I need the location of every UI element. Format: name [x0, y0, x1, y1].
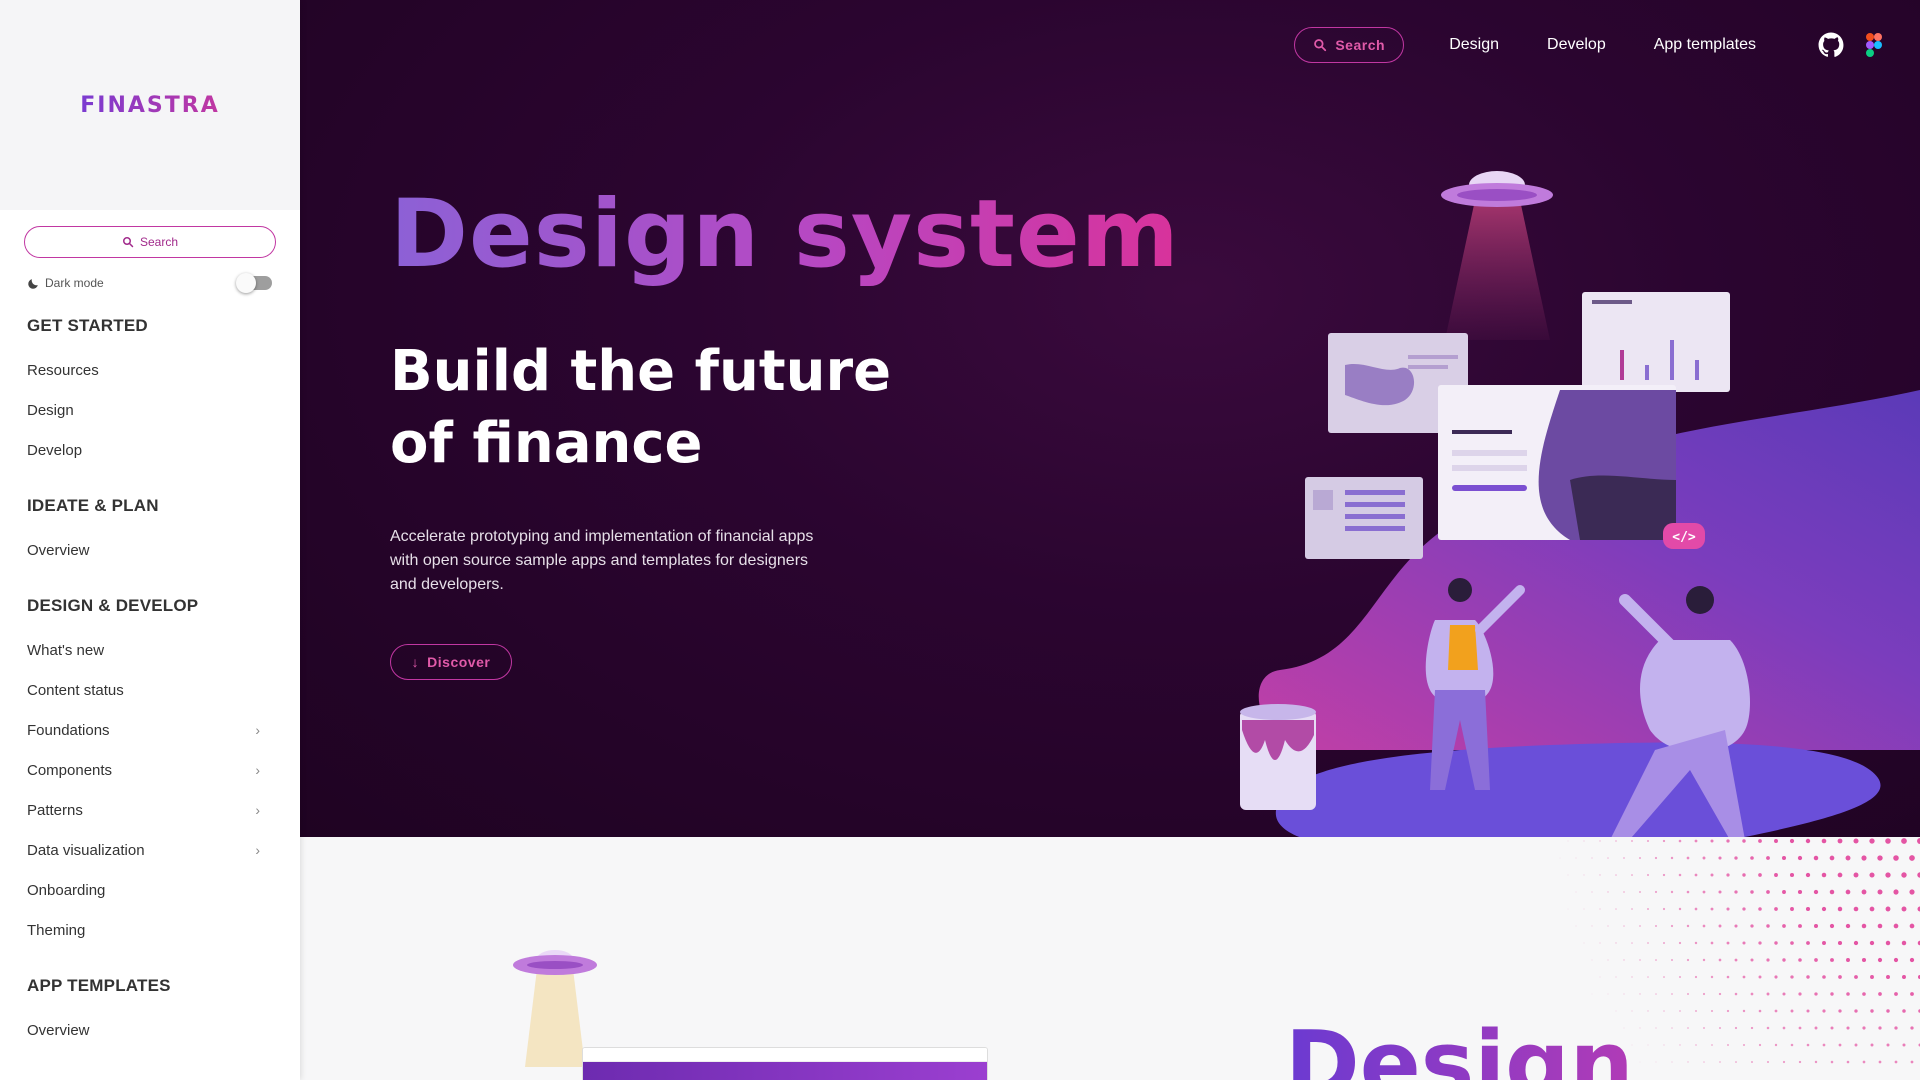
- sidebar-item-resources[interactable]: Resources: [0, 350, 300, 390]
- sidebar-item-design[interactable]: Design: [0, 390, 300, 430]
- sidebar-item-label: Patterns: [27, 801, 83, 819]
- sidebar-item-components[interactable]: Components ›: [0, 750, 300, 790]
- nav-section-title: IDEATE & PLAN: [27, 496, 159, 515]
- sidebar-item-label: Onboarding: [27, 881, 106, 899]
- sidebar: FINASTRA Search Dark mode GET STARTED Res…: [0, 0, 300, 1080]
- dark-mode-row: Dark mode: [27, 273, 272, 293]
- sidebar-item-what-s-new[interactable]: What's new: [0, 630, 300, 670]
- svg-text:</>: </>: [1672, 530, 1696, 545]
- nav-link-app-templates[interactable]: App templates: [1654, 36, 1756, 54]
- dark-mode-toggle[interactable]: [236, 273, 272, 293]
- card-list: [1305, 477, 1423, 559]
- sidebar-item-overview[interactable]: Overview: [0, 530, 300, 570]
- nav-link-develop[interactable]: Develop: [1547, 36, 1606, 54]
- nav-section: APP TEMPLATES Overview: [0, 976, 300, 1050]
- moon-icon: [28, 278, 38, 289]
- sidebar-item-data-visualization[interactable]: Data visualization ›: [0, 830, 300, 870]
- sidebar-item-label: Components: [27, 761, 113, 779]
- chevron-right-icon: ›: [255, 722, 260, 738]
- hero-subtitle: Build the future of finance: [390, 339, 892, 476]
- arrow-down-icon: ↓: [411, 654, 420, 670]
- search-icon: [1314, 39, 1327, 52]
- lower-section-title: Design: [1285, 1012, 1634, 1080]
- discover-button[interactable]: ↓ Discover: [390, 644, 512, 680]
- sidebar-item-label: Overview: [27, 541, 90, 559]
- sidebar-item-label: Develop: [27, 441, 83, 459]
- sidebar-item-content-status[interactable]: Content status: [0, 670, 300, 710]
- github-icon[interactable]: [1818, 32, 1844, 58]
- nav-section-title: APP TEMPLATES: [27, 976, 171, 995]
- ufo-beam: [1445, 200, 1550, 340]
- nav-section-title: DESIGN & DEVELOP: [27, 596, 199, 615]
- sidebar-item-label: Resources: [27, 361, 99, 379]
- brand-area: FINASTRA: [0, 0, 300, 210]
- sidebar-item-theming[interactable]: Theming: [0, 910, 300, 950]
- top-nav: Search Design Develop App templates: [1294, 27, 1882, 63]
- nav-section: IDEATE & PLAN Overview: [0, 496, 300, 570]
- nav-section: DESIGN & DEVELOP What's new Content status…: [0, 596, 300, 950]
- nav-section: GET STARTED Resources Design Develop: [0, 316, 300, 470]
- hero-title: Design system: [390, 180, 1180, 289]
- sidebar-item-label: Design: [27, 401, 74, 419]
- sidebar-item-label: Content status: [27, 681, 124, 699]
- hero-illustration: </>: [1240, 171, 1920, 837]
- sidebar-item-label: What's new: [27, 641, 105, 659]
- paint-puddle: [1275, 742, 1881, 837]
- chevron-right-icon: ›: [255, 762, 260, 778]
- sidebar-item-onboarding[interactable]: Onboarding: [0, 870, 300, 910]
- search-icon: [122, 237, 134, 248]
- sidebar-nav: GET STARTED Resources Design Develop IDEATE …: [0, 316, 300, 1050]
- top-search-button[interactable]: Search: [1294, 27, 1405, 63]
- chevron-right-icon: ›: [255, 802, 260, 818]
- discover-label: Discover: [427, 654, 491, 670]
- lower-section: Design: [300, 837, 1920, 1080]
- finastra-logo[interactable]: FINASTRA: [80, 93, 219, 118]
- sidebar-search-label: Search: [139, 235, 179, 249]
- sidebar-item-label: Foundations: [27, 721, 110, 739]
- sidebar-item-label: Overview: [27, 1021, 90, 1039]
- top-search-label: Search: [1335, 37, 1386, 53]
- sidebar-item-label: Data visualization: [27, 841, 145, 859]
- sidebar-item-patterns[interactable]: Patterns ›: [0, 790, 300, 830]
- dashboard-mockup: [582, 1047, 988, 1080]
- hero-description: Accelerate prototyping and implementatio…: [390, 528, 814, 593]
- sidebar-search-button[interactable]: Search: [24, 226, 276, 258]
- card-login: [1438, 385, 1676, 540]
- card-chart: [1582, 292, 1730, 392]
- sidebar-item-foundations[interactable]: Foundations ›: [0, 710, 300, 750]
- sidebar-item-label: Theming: [27, 921, 86, 939]
- nav-section-title: GET STARTED: [27, 316, 148, 335]
- dark-mode-label: Dark mode: [45, 276, 104, 290]
- figma-icon[interactable]: [1866, 32, 1882, 58]
- hero-section: Search Design Develop App templates Desi…: [300, 0, 1920, 837]
- chevron-right-icon: ›: [255, 842, 260, 858]
- sidebar-item-overview[interactable]: Overview: [0, 1010, 300, 1050]
- sidebar-item-develop[interactable]: Develop: [0, 430, 300, 470]
- nav-link-design[interactable]: Design: [1449, 36, 1499, 54]
